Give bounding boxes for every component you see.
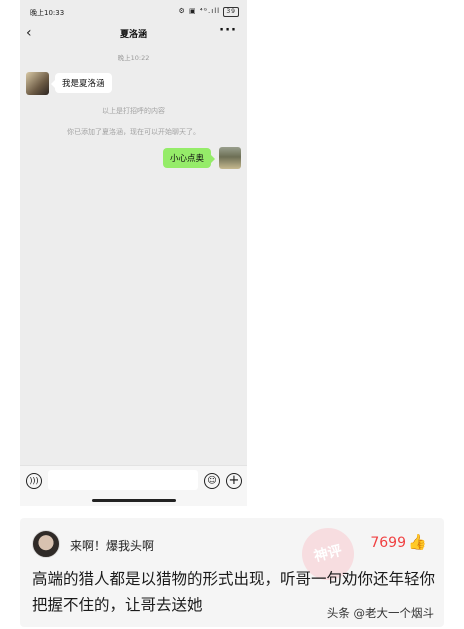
commenter-name[interactable]: 来啊！爆我头啊	[70, 537, 154, 554]
chat-header: ‹ 夏洛涵 ···	[20, 22, 247, 44]
plus-icon[interactable]: +	[226, 473, 242, 489]
self-avatar[interactable]	[219, 147, 241, 169]
voice-icon[interactable]: )))	[26, 473, 42, 489]
status-bar: 晚上10:33 ⚙ ▣ ⁴ᴳ.ıll 39	[20, 0, 247, 22]
battery-icon: 39	[223, 7, 239, 17]
system-message: 以上是打招呼的内容	[102, 107, 165, 115]
chat-title: 夏洛涵	[119, 30, 147, 40]
message-timestamp: 晚上10:22	[117, 54, 150, 62]
ellipsis-icon[interactable]: ···	[219, 23, 237, 38]
home-indicator[interactable]	[92, 499, 176, 502]
incoming-message: 我是夏洛涵	[51, 73, 112, 93]
commenter-avatar[interactable]	[32, 530, 60, 558]
chat-input-bar: ))) ☺ +	[20, 465, 247, 506]
comment-card: 来啊！爆我头啊 神评 7699 👍 高端的猎人都是以猎物的形式出现，听哥一句劝你…	[20, 518, 444, 627]
system-message: 你已添加了夏洛涵，现在可以开始聊天了。	[67, 128, 200, 136]
status-time: 晚上10:33	[30, 9, 65, 17]
emoji-icon[interactable]: ☺	[204, 473, 220, 489]
thumbs-up-icon[interactable]: 👍	[408, 533, 427, 551]
chat-screenshot: 晚上10:33 ⚙ ▣ ⁴ᴳ.ıll 39 ‹ 夏洛涵 ··· 晚上10:22 …	[20, 0, 247, 506]
status-icons: ⚙ ▣ ⁴ᴳ.ıll 39	[178, 7, 239, 17]
outgoing-message: 小心点奥	[162, 148, 216, 168]
source-watermark: 头条 @老大一个烟斗	[326, 606, 434, 620]
contact-avatar[interactable]	[26, 72, 49, 95]
like-count: 7699	[370, 535, 406, 551]
message-input[interactable]	[48, 470, 198, 490]
signal-icons: ⚙ ▣ ⁴ᴳ.ıll	[178, 7, 221, 15]
